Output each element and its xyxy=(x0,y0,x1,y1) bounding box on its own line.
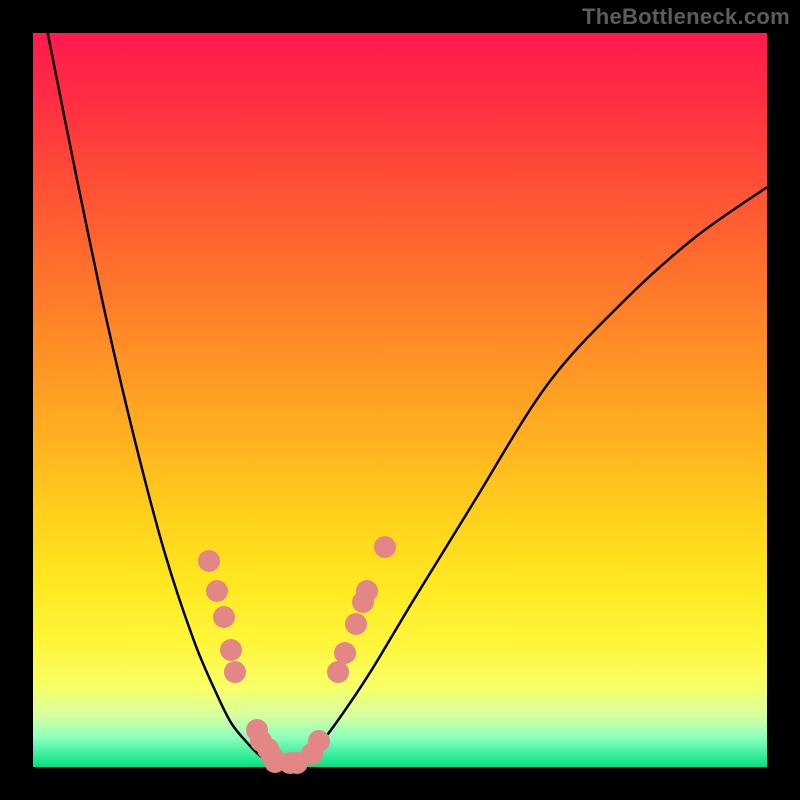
data-marker xyxy=(198,550,220,572)
data-marker xyxy=(220,639,242,661)
chart-container: TheBottleneck.com xyxy=(0,0,800,800)
left-curve-line xyxy=(48,33,290,767)
data-marker xyxy=(345,613,367,635)
data-marker xyxy=(356,580,378,602)
right-curve-line xyxy=(290,187,767,767)
data-marker xyxy=(334,642,356,664)
curves-svg xyxy=(33,33,767,767)
data-marker xyxy=(308,730,330,752)
data-marker xyxy=(374,536,396,558)
watermark-text: TheBottleneck.com xyxy=(582,4,790,30)
plot-area xyxy=(33,33,767,767)
data-marker xyxy=(224,661,246,683)
data-marker xyxy=(206,580,228,602)
data-marker xyxy=(213,606,235,628)
